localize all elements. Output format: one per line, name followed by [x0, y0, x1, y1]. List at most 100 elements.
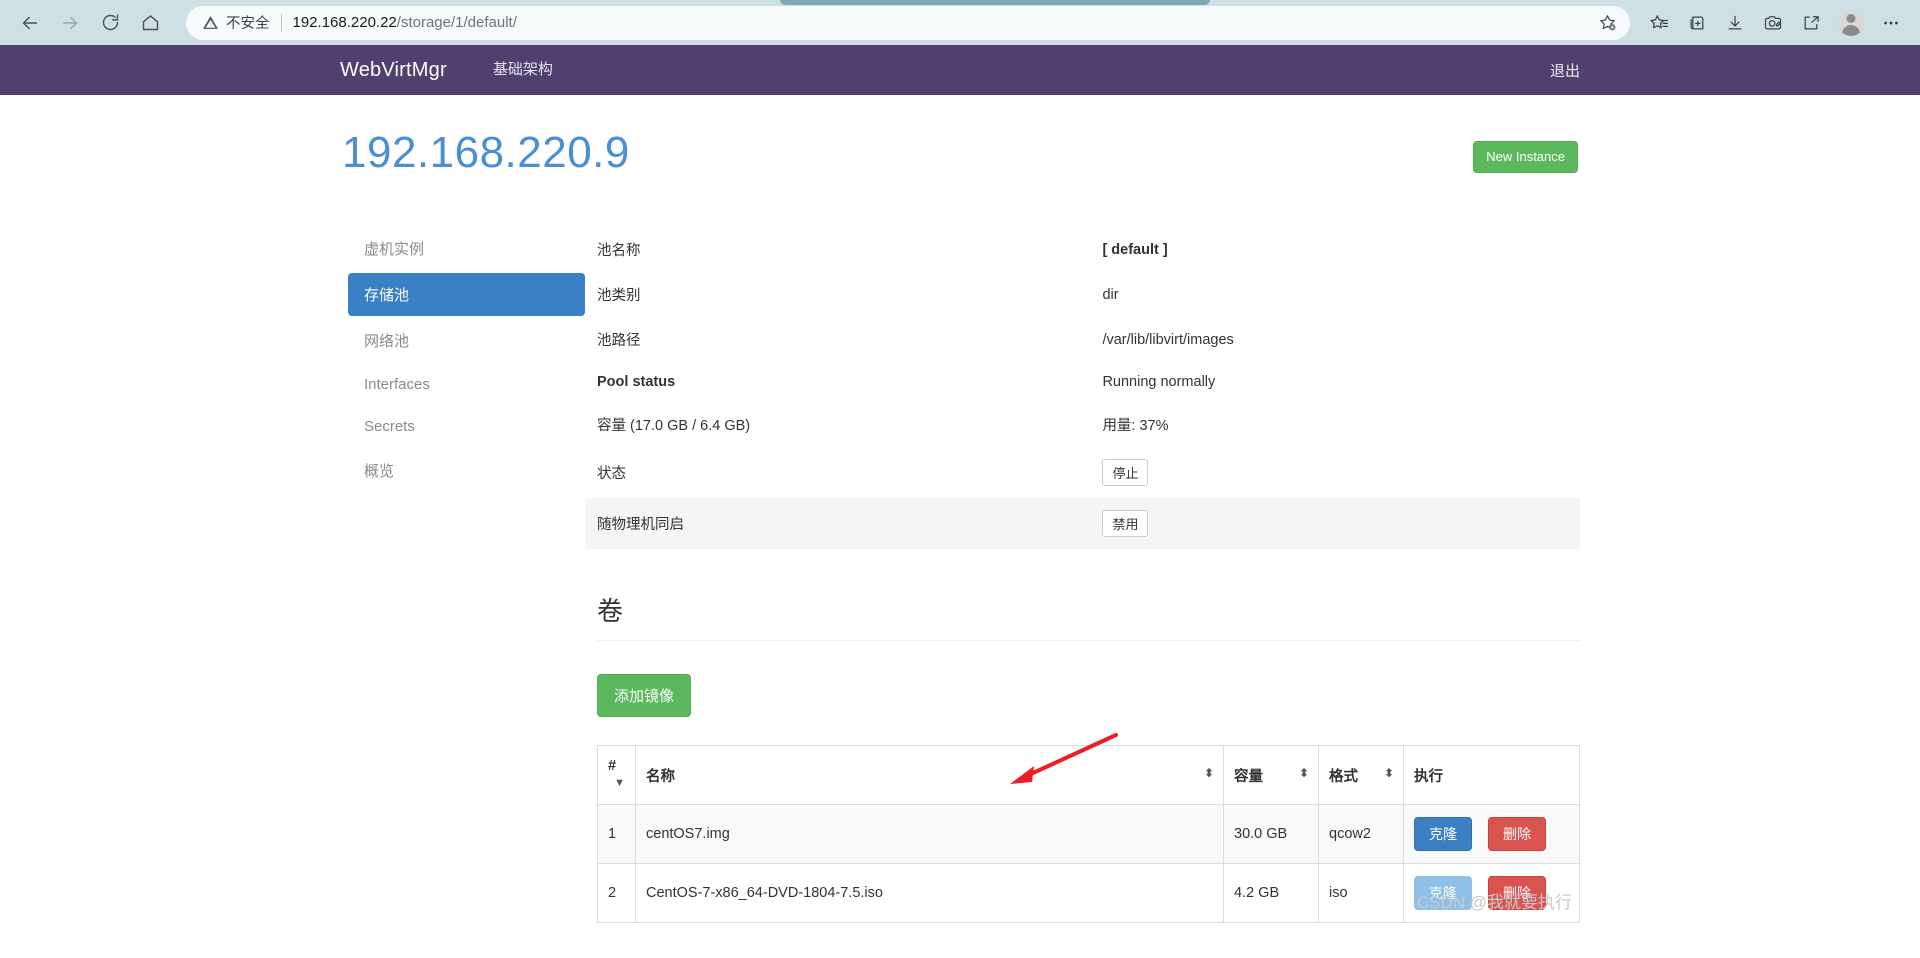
cell-volume-format: qcow2	[1318, 804, 1404, 864]
detail-column: 池名称 [ default ] 池类别 dir 池路径 /var/lib/lib…	[585, 227, 1580, 923]
csdn-watermark: CSDN @我就要执行	[1416, 893, 1572, 912]
delete-volume-button[interactable]: 删除	[1488, 817, 1546, 851]
cell-index: 1	[597, 804, 636, 864]
more-options-icon[interactable]	[1872, 4, 1910, 42]
url-text: 192.168.220.22/storage/1/default/	[292, 14, 517, 31]
home-icon[interactable]	[130, 3, 170, 43]
detail-row-pool-status: Pool status Running normally	[585, 362, 1580, 402]
sidebar-item-interfaces[interactable]: Interfaces	[348, 365, 585, 404]
volumes-table-head: # ▼ 名称 ⬍ 容量 ⬍ 格式 ⬍ 执行	[597, 745, 1580, 805]
detail-value-state: 停止	[1092, 447, 1580, 498]
sidebar-li-overview: 概览	[348, 449, 585, 492]
detail-value-pool-status: Running normally	[1102, 374, 1216, 390]
sidebar-item-storages[interactable]: 存储池	[348, 273, 585, 316]
detail-key: 池路径	[597, 333, 641, 349]
sidebar-li-secrets: Secrets	[348, 407, 585, 446]
table-row: 1 centOS7.img 30.0 GB qcow2 克隆 删除	[597, 804, 1580, 864]
sidebar-li-networks: 网络池	[348, 319, 585, 362]
cell-volume-format: iso	[1318, 863, 1404, 923]
content-row: 虚机实例 存储池 网络池 Interfaces Secrets 概览 池名称 […	[340, 227, 1580, 923]
clone-volume-button[interactable]: 克隆	[1414, 817, 1472, 851]
share-icon[interactable]	[1792, 4, 1830, 42]
detail-value-usage: 用量: 37%	[1102, 418, 1169, 434]
column-label-index: #	[608, 758, 617, 774]
security-status-label: 不安全	[226, 16, 270, 32]
detail-key: Pool status	[597, 374, 676, 390]
column-label-actions: 执行	[1414, 768, 1443, 785]
profile-avatar-icon[interactable]	[1830, 4, 1872, 42]
sidebar-item-instances[interactable]: 虚机实例	[348, 227, 585, 270]
back-arrow-icon[interactable]	[10, 3, 50, 43]
detail-key: 容量 (17.0 GB / 6.4 GB)	[597, 418, 751, 434]
stop-pool-button[interactable]: 停止	[1102, 459, 1149, 486]
new-instance-button[interactable]: New Instance	[1473, 141, 1578, 174]
sort-both-icon: ⬍	[1383, 765, 1394, 780]
address-bar[interactable]: 不安全 192.168.220.22/storage/1/default/	[186, 5, 1630, 40]
detail-row-pool-path: 池路径 /var/lib/libvirt/images	[585, 317, 1580, 362]
app-navbar: WebVirtMgr 基础架构 退出	[0, 45, 1920, 95]
cell-actions: 克隆 删除	[1403, 804, 1580, 864]
detail-key: 随物理机同启	[585, 498, 1093, 549]
detail-key: 状态	[597, 466, 626, 482]
detail-key: 池类别	[597, 288, 641, 304]
sort-desc-icon: ▼	[614, 777, 625, 789]
collections-icon[interactable]	[1678, 4, 1716, 42]
omnibox-divider	[280, 13, 282, 32]
detail-value-pool-path: /var/lib/libvirt/images	[1102, 331, 1234, 348]
column-label-size: 容量	[1234, 768, 1263, 785]
sidebar-li-storages: 存储池	[348, 273, 585, 316]
section-divider	[597, 640, 1580, 641]
web-capture-icon[interactable]	[1754, 4, 1792, 42]
active-tab-stub[interactable]	[780, 0, 1210, 5]
not-secure-warning-icon	[202, 14, 219, 31]
sidebar: 虚机实例 存储池 网络池 Interfaces Secrets 概览	[340, 227, 585, 495]
brand-link[interactable]: WebVirtMgr	[340, 59, 447, 82]
page-container: 192.168.220.9 New Instance 虚机实例 存储池 网络池 …	[340, 95, 1580, 923]
avatar	[1838, 9, 1864, 36]
page-header: 192.168.220.9 New Instance	[340, 128, 1580, 203]
detail-row-autostart: 随物理机同启 禁用	[585, 498, 1580, 549]
cell-volume-name: CentOS-7-x86_64-DVD-1804-7.5.iso	[635, 863, 1224, 923]
pool-detail-table: 池名称 [ default ] 池类别 dir 池路径 /var/lib/lib…	[585, 227, 1580, 549]
sidebar-li-instances: 虚机实例	[348, 227, 585, 270]
column-header-actions: 执行	[1403, 745, 1580, 805]
cell-index: 2	[597, 863, 636, 923]
column-header-format[interactable]: 格式 ⬍	[1318, 745, 1404, 805]
browser-chrome: 不安全 192.168.220.22/storage/1/default/	[0, 0, 1920, 45]
cell-volume-size: 4.2 GB	[1223, 863, 1319, 923]
sidebar-li-interfaces: Interfaces	[348, 365, 585, 404]
downloads-icon[interactable]	[1716, 4, 1754, 42]
favorites-list-icon[interactable]	[1640, 4, 1678, 42]
detail-value-pool-type: dir	[1102, 286, 1119, 303]
volumes-header-row: # ▼ 名称 ⬍ 容量 ⬍ 格式 ⬍ 执行	[597, 745, 1580, 805]
logout-link[interactable]: 退出	[1550, 60, 1580, 81]
cell-volume-name: centOS7.img	[635, 804, 1224, 864]
add-favorite-icon[interactable]	[1592, 8, 1622, 38]
sidebar-list: 虚机实例 存储池 网络池 Interfaces Secrets 概览	[348, 227, 585, 492]
column-label-name: 名称	[646, 768, 675, 785]
detail-row-state: 状态 停止	[585, 447, 1580, 498]
detail-row-capacity: 容量 (17.0 GB / 6.4 GB) 用量: 37%	[585, 402, 1580, 447]
sidebar-item-overview[interactable]: 概览	[348, 449, 585, 492]
sidebar-item-secrets[interactable]: Secrets	[348, 407, 585, 446]
cell-volume-size: 30.0 GB	[1223, 804, 1319, 864]
detail-key: 池名称	[597, 243, 641, 259]
reload-icon[interactable]	[90, 3, 130, 43]
forward-arrow-icon[interactable]	[50, 3, 90, 43]
detail-row-pool-type: 池类别 dir	[585, 272, 1580, 317]
sidebar-item-networks[interactable]: 网络池	[348, 319, 585, 362]
detail-row-pool-name: 池名称 [ default ]	[585, 227, 1580, 272]
detail-value-autostart: 禁用	[1092, 498, 1580, 549]
sort-both-icon: ⬍	[1298, 765, 1309, 780]
page-title: 192.168.220.9	[342, 128, 630, 177]
sort-both-icon: ⬍	[1203, 765, 1214, 780]
add-image-button[interactable]: 添加镜像	[597, 674, 692, 717]
disable-autostart-button[interactable]: 禁用	[1102, 510, 1149, 537]
column-header-index[interactable]: # ▼	[597, 745, 636, 805]
column-label-format: 格式	[1329, 768, 1358, 785]
column-header-name[interactable]: 名称 ⬍	[635, 745, 1224, 805]
detail-value-pool-name: [ default ]	[1102, 241, 1168, 258]
volumes-section-title: 卷	[597, 596, 624, 626]
column-header-size[interactable]: 容量 ⬍	[1223, 745, 1319, 805]
nav-link-infrastructure[interactable]: 基础架构	[487, 45, 559, 95]
